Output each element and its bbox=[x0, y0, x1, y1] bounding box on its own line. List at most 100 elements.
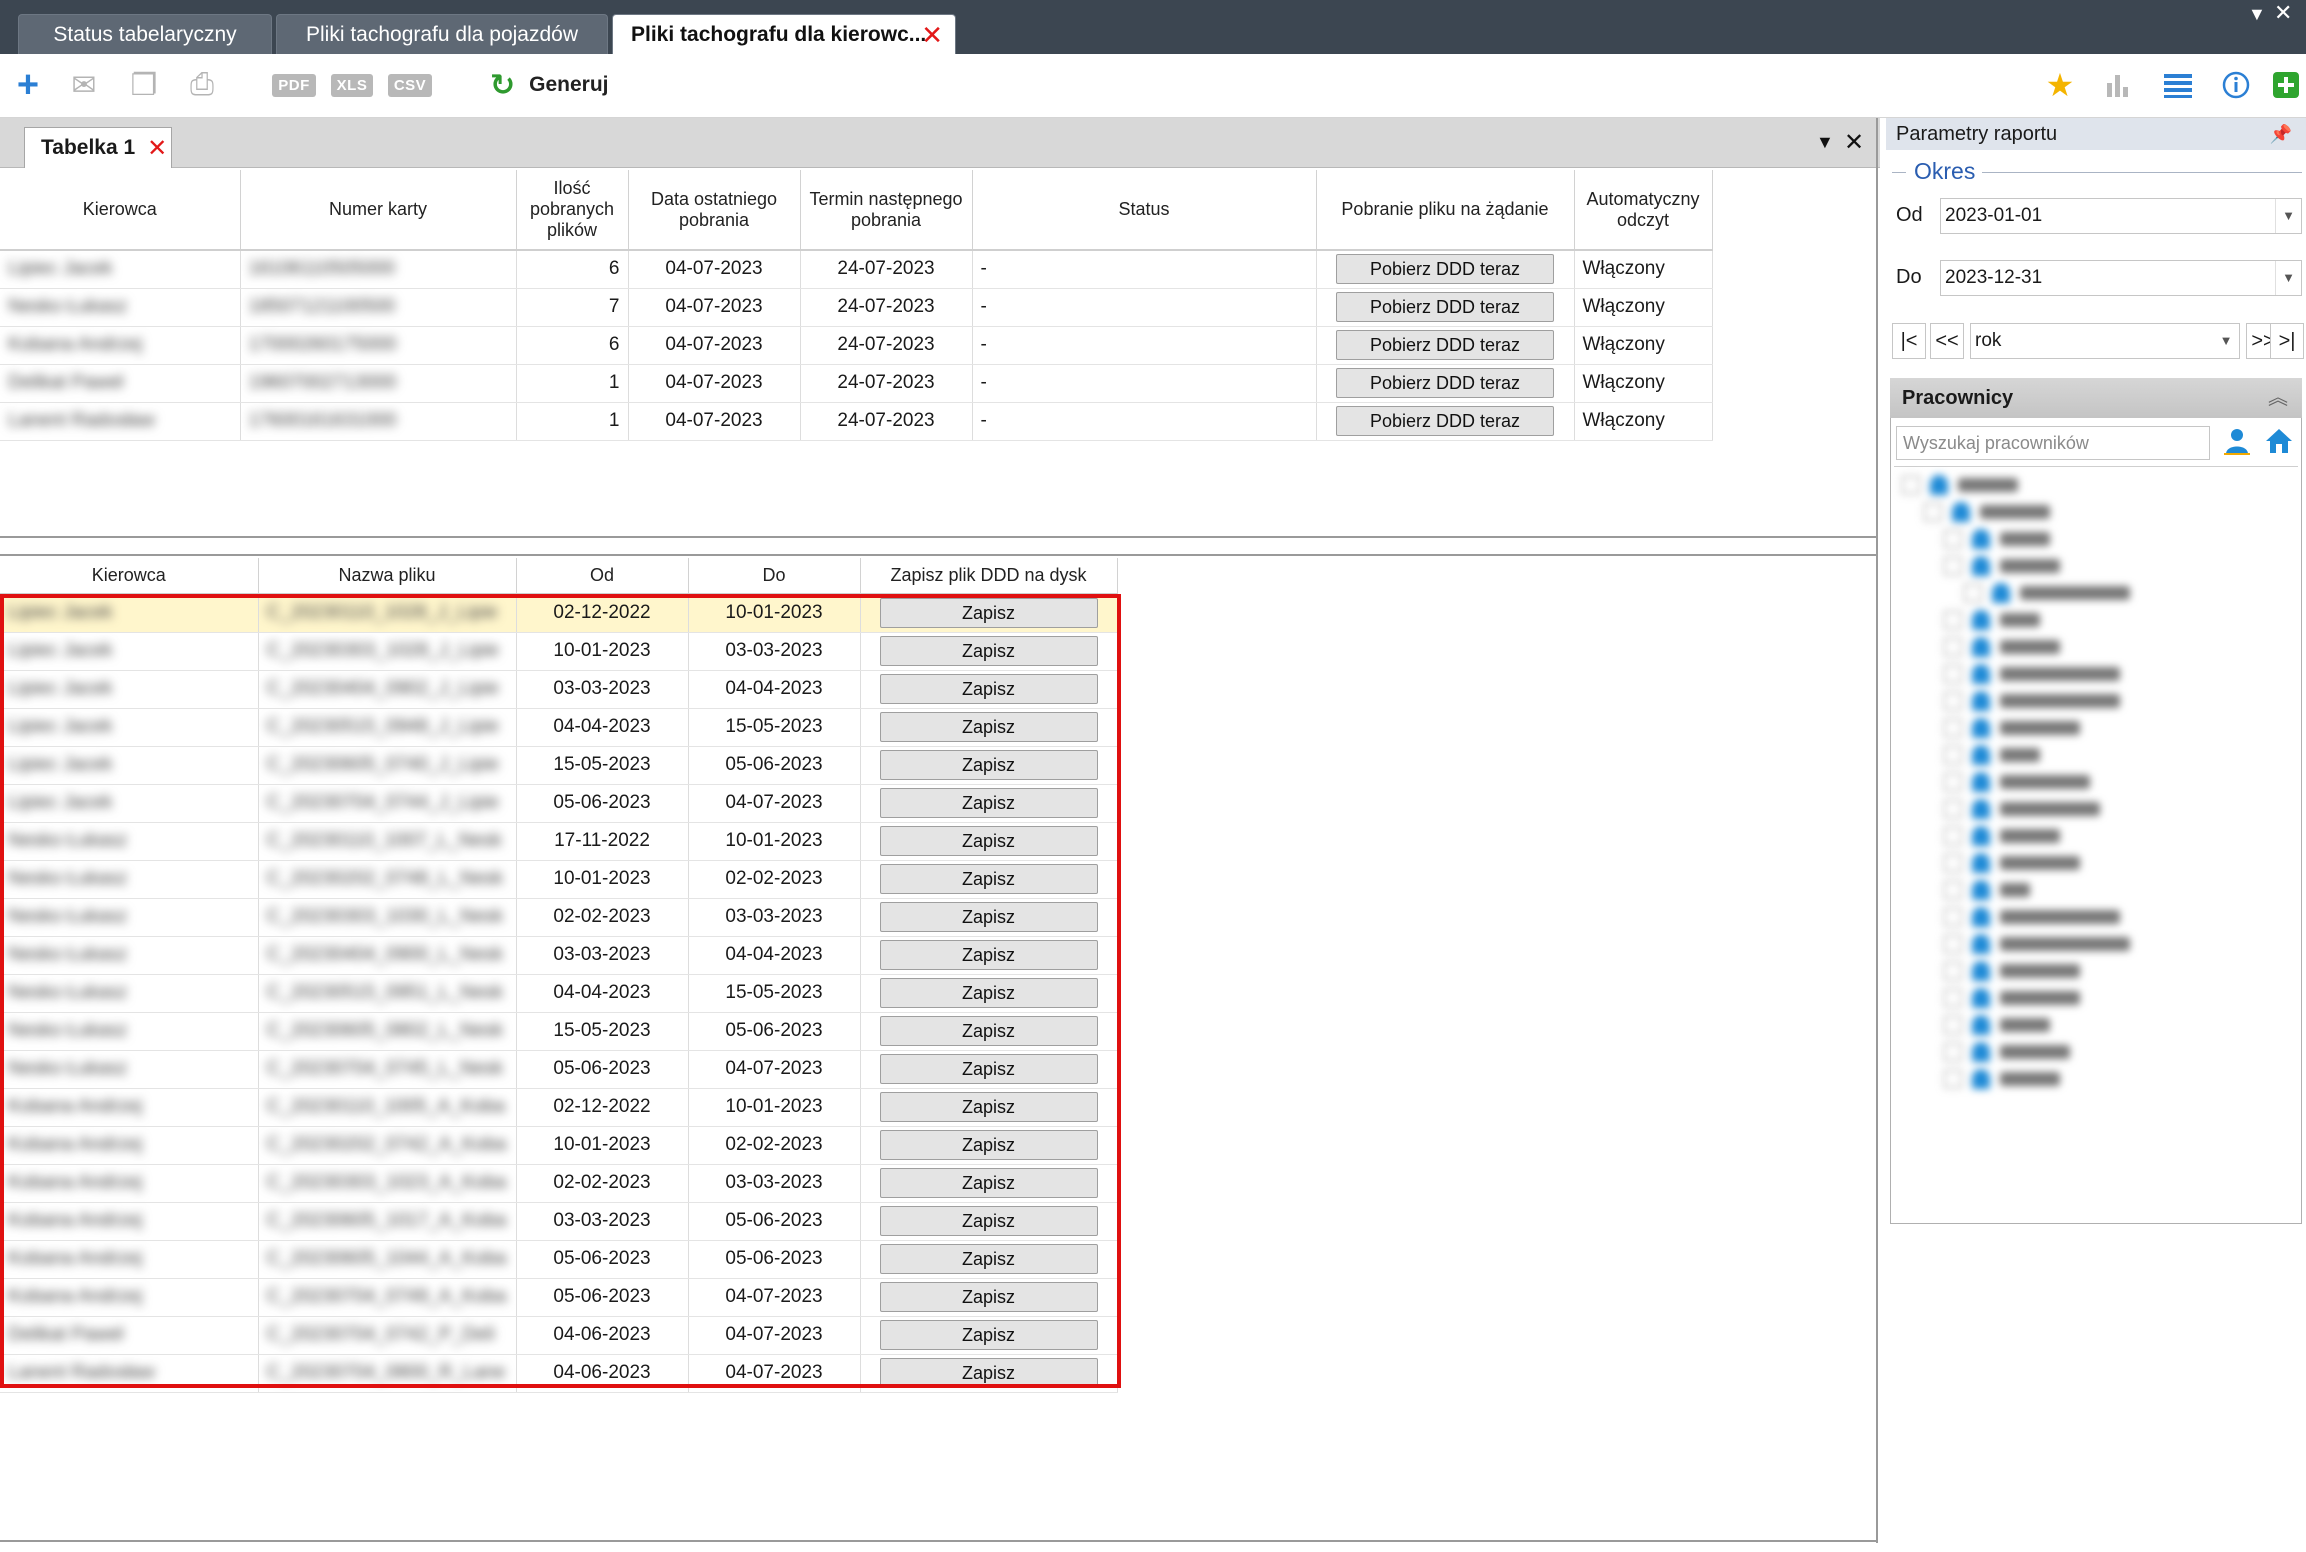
chart-icon[interactable] bbox=[2100, 66, 2136, 104]
save-ddd-button[interactable]: Zapisz bbox=[879, 1016, 1098, 1046]
employees-tree[interactable] bbox=[1894, 466, 2298, 1222]
save-ddd-button[interactable]: Zapisz bbox=[879, 636, 1098, 666]
list-icon[interactable] bbox=[2158, 66, 2198, 104]
checkbox-icon[interactable] bbox=[1944, 1070, 1962, 1088]
print-icon[interactable]: ⎙ bbox=[182, 66, 222, 104]
table-row[interactable]: Lipiec Jacek C_20230110_1028_J_Lipie 02-12… bbox=[0, 594, 1118, 633]
checkbox-icon[interactable] bbox=[1944, 935, 1962, 953]
tree-node[interactable] bbox=[1924, 500, 2050, 524]
tree-node[interactable] bbox=[1944, 635, 2060, 659]
checkbox-icon[interactable] bbox=[1944, 530, 1962, 548]
tree-node[interactable] bbox=[1944, 851, 2080, 875]
tree-node[interactable] bbox=[1944, 662, 2120, 686]
table-row[interactable]: Lipiec Jacek C_20230303_1028_J_Lipie 10-01… bbox=[0, 632, 1118, 671]
col-header-count[interactable]: Ilość pobranych plików bbox=[516, 170, 629, 251]
table-row[interactable]: Lipiec Jacek C_20230605_0740_J_Lipie 15-05… bbox=[0, 746, 1118, 785]
checkbox-icon[interactable] bbox=[1944, 989, 1962, 1007]
checkbox-icon[interactable] bbox=[1944, 800, 1962, 818]
save-ddd-button[interactable]: Zapisz bbox=[879, 750, 1098, 780]
chevron-down-icon[interactable]: ▼ bbox=[2275, 199, 2301, 233]
col-header-next-download[interactable]: Termin następnego pobrania bbox=[800, 170, 973, 251]
table-row[interactable]: Lipiec Jacek 16106110505000 6 04-07-2023 24-… bbox=[0, 250, 1713, 289]
tree-node[interactable] bbox=[1944, 1067, 2060, 1091]
table-row[interactable]: Nesko Łukasz C_20230605_0802_L_Nesk 15-05-… bbox=[0, 1012, 1118, 1051]
save-ddd-button[interactable]: Zapisz bbox=[879, 1244, 1098, 1274]
checkbox-icon[interactable] bbox=[1944, 1043, 1962, 1061]
panel-splitter[interactable] bbox=[0, 536, 1878, 556]
table-row[interactable]: Nesko Łukasz C_20230303_1030_L_Nesk 02-02-… bbox=[0, 898, 1118, 937]
table-row[interactable]: Kobana Andrzej C_20230303_1023_A_Koba 02-0… bbox=[0, 1164, 1118, 1203]
checkbox-icon[interactable] bbox=[1924, 503, 1942, 521]
table-row[interactable]: Kobana Andrzej C_20230202_0742_A_Koba 10-0… bbox=[0, 1126, 1118, 1165]
checkbox-icon[interactable] bbox=[1944, 611, 1962, 629]
save-ddd-button[interactable]: Zapisz bbox=[879, 1320, 1098, 1350]
tab-status-tabelaryczny[interactable]: Status tabelaryczny bbox=[18, 14, 272, 54]
tree-node[interactable] bbox=[1902, 473, 2018, 497]
table-row[interactable]: Nesko Łukasz C_20230110_1007_L_Nesk 17-11-… bbox=[0, 822, 1118, 861]
nav-first-button[interactable]: |< bbox=[1892, 323, 1926, 359]
email-icon[interactable]: ✉ bbox=[66, 66, 102, 104]
checkbox-icon[interactable] bbox=[1944, 692, 1962, 710]
tree-node[interactable] bbox=[1964, 581, 2130, 605]
period-select[interactable]: rok ▼ bbox=[1970, 323, 2240, 359]
tree-node[interactable] bbox=[1944, 1013, 2050, 1037]
add-green-icon[interactable] bbox=[2270, 66, 2302, 104]
save-ddd-button[interactable]: Zapisz bbox=[879, 1168, 1098, 1198]
checkbox-icon[interactable] bbox=[1944, 1016, 1962, 1034]
save-ddd-button[interactable]: Zapisz bbox=[879, 902, 1098, 932]
table-row[interactable]: Kobana Andrzej C_20230704_0749_A_Koba 05-0… bbox=[0, 1278, 1118, 1317]
save-ddd-button[interactable]: Zapisz bbox=[879, 1206, 1098, 1236]
chevron-down-icon[interactable]: ▼ bbox=[2275, 261, 2301, 295]
checkbox-icon[interactable] bbox=[1944, 665, 1962, 683]
generate-button[interactable]: ↻ Generuj bbox=[490, 66, 620, 104]
pin-icon[interactable]: 📌 bbox=[2270, 118, 2292, 150]
table-row[interactable]: Delikat Paweł 19607002713000 1 04-07-2023 24… bbox=[0, 364, 1713, 403]
from-date-field[interactable]: 2023-01-01 ▼ bbox=[1940, 198, 2302, 234]
col-header-driver[interactable]: Kierowca bbox=[0, 170, 241, 251]
save-ddd-button[interactable]: Zapisz bbox=[879, 1092, 1098, 1122]
dropdown-arrow-icon[interactable]: ▼ bbox=[1816, 132, 1834, 153]
table-row[interactable]: Nesko Łukasz C_20230704_0745_L_Nesk 05-06-… bbox=[0, 1050, 1118, 1089]
col-header-last-download[interactable]: Data ostatniego pobrania bbox=[628, 170, 801, 251]
download-ddd-button[interactable]: Pobierz DDD teraz bbox=[1336, 330, 1554, 360]
save-ddd-button[interactable]: Zapisz bbox=[879, 1130, 1098, 1160]
tree-node[interactable] bbox=[1944, 797, 2100, 821]
checkbox-icon[interactable] bbox=[1944, 827, 1962, 845]
export-csv-button[interactable]: CSV bbox=[386, 66, 434, 104]
close-window-icon[interactable]: ✕ bbox=[2274, 0, 2292, 26]
tree-node[interactable] bbox=[1944, 878, 2030, 902]
checkbox-icon[interactable] bbox=[1944, 773, 1962, 791]
employees-header[interactable]: Pracownicy ︽ bbox=[1890, 378, 2302, 418]
col-header-file-name[interactable]: Nazwa pliku bbox=[258, 558, 517, 595]
tree-node[interactable] bbox=[1944, 554, 2060, 578]
table-row[interactable]: Nesko Łukasz 18507121100500 7 04-07-2023 24-… bbox=[0, 288, 1713, 327]
save-ddd-button[interactable]: Zapisz bbox=[879, 598, 1098, 629]
save-ddd-button[interactable]: Zapisz bbox=[879, 1358, 1098, 1388]
col-header-from[interactable]: Od bbox=[516, 558, 689, 595]
table-row[interactable]: Delikat Paweł C_20230704_0742_P_Deli 04-06… bbox=[0, 1316, 1118, 1355]
tree-node[interactable] bbox=[1944, 689, 2120, 713]
tree-node[interactable] bbox=[1944, 527, 2050, 551]
save-ddd-button[interactable]: Zapisz bbox=[879, 712, 1098, 742]
col-header-driver[interactable]: Kierowca bbox=[0, 558, 259, 595]
close-subtab-icon[interactable]: ✕ bbox=[147, 134, 167, 163]
download-ddd-button[interactable]: Pobierz DDD teraz bbox=[1336, 292, 1554, 322]
tab-tabelka-1[interactable]: Tabelka 1 ✕ bbox=[24, 127, 172, 168]
save-ddd-button[interactable]: Zapisz bbox=[879, 826, 1098, 856]
download-ddd-button[interactable]: Pobierz DDD teraz bbox=[1336, 406, 1554, 436]
col-header-to[interactable]: Do bbox=[688, 558, 861, 595]
employee-search-input[interactable]: Wyszukaj pracowników bbox=[1896, 426, 2210, 460]
col-header-card[interactable]: Numer karty bbox=[240, 170, 517, 251]
checkbox-icon[interactable] bbox=[1944, 746, 1962, 764]
col-header-auto-read[interactable]: Automatyczny odczyt bbox=[1574, 170, 1713, 251]
tree-node[interactable] bbox=[1944, 1040, 2070, 1064]
table-row[interactable]: Lipiec Jacek C_20230404_0902_J_Lipie 03-03… bbox=[0, 670, 1118, 709]
table-row[interactable]: Kobana Andrzej 17000260175000 6 04-07-2023 2… bbox=[0, 326, 1713, 365]
table-row[interactable]: Kobana Andrzej C_20230110_1005_A_Koba 02-1… bbox=[0, 1088, 1118, 1127]
export-pdf-button[interactable]: PDF bbox=[270, 66, 318, 104]
add-icon[interactable]: + bbox=[10, 64, 46, 106]
copy-icon[interactable]: ❐ bbox=[124, 66, 164, 104]
dropdown-arrow-icon[interactable]: ▼ bbox=[2248, 4, 2266, 25]
col-header-status[interactable]: Status bbox=[972, 170, 1317, 251]
chevron-down-icon[interactable]: ▼ bbox=[2213, 324, 2239, 358]
